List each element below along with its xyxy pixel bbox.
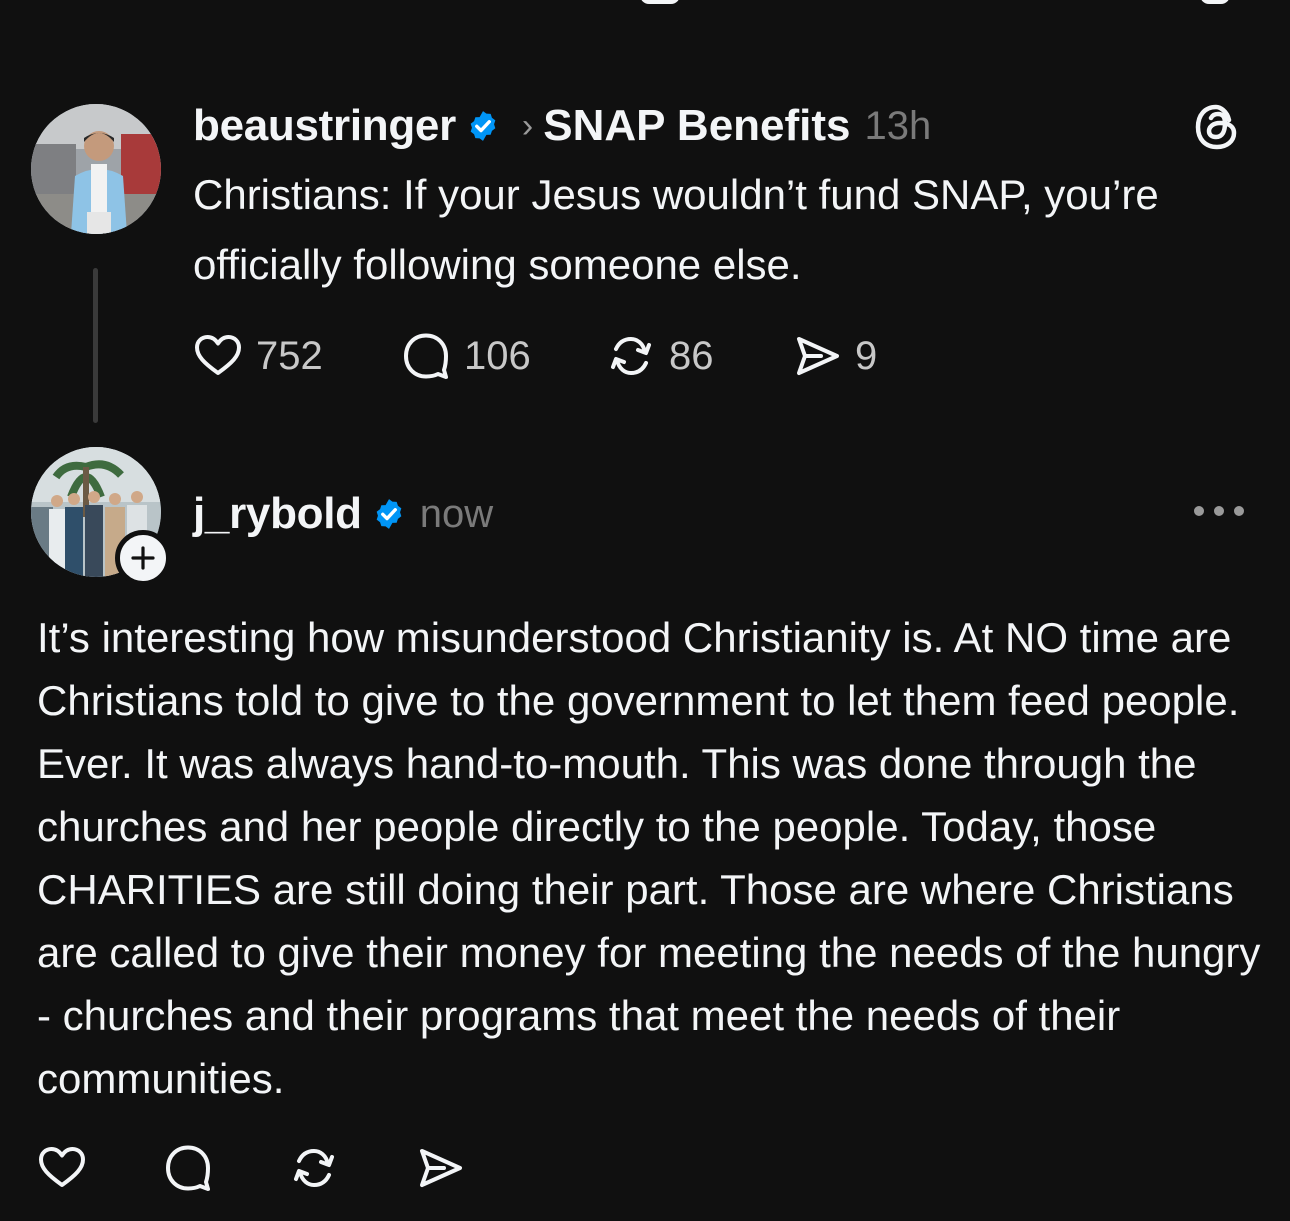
more-icon[interactable] [1194,500,1244,522]
post-header: j_rybold now [193,484,493,544]
heart-icon [195,335,241,375]
reply-count: 106 [464,333,531,378]
threads-logo-icon[interactable] [1192,102,1242,152]
share-icon [420,1149,462,1187]
verified-icon [470,111,496,141]
post-actions [36,1140,540,1196]
topic-tag[interactable]: SNAP Benefits [543,101,850,151]
thread-connector [93,268,98,423]
heart-icon [39,1147,85,1187]
post-actions: 752 106 86 9 [192,328,877,384]
like-button[interactable] [36,1142,88,1194]
like-count: 752 [256,333,323,378]
comment-icon [404,333,448,379]
cropped-glyph [1200,0,1230,4]
comment-button[interactable] [162,1142,214,1194]
like-button[interactable]: 752 [192,330,400,382]
plus-icon [131,546,155,570]
repost-button[interactable]: 86 [605,330,791,382]
timestamp: now [419,491,494,536]
repost-icon [611,336,651,376]
share-count: 9 [855,333,878,378]
username[interactable]: j_rybold [193,489,362,539]
repost-button[interactable] [288,1142,340,1194]
cropped-glyph [640,0,680,4]
chevron-right-icon: › [521,106,534,145]
share-icon [797,337,839,375]
post-text: It’s interesting how misunderstood Chris… [37,614,1261,1102]
comment-button[interactable]: 106 [400,330,605,382]
follow-button[interactable] [115,530,171,586]
post-text: Christians: If your Jesus wouldn’t fund … [193,171,1159,288]
username[interactable]: beaustringer [193,101,456,151]
timestamp: 13h [864,103,932,148]
verified-icon [376,499,402,529]
comment-icon [166,1145,210,1191]
share-button[interactable] [414,1142,466,1194]
top-edge-cropped [0,0,1290,12]
post-header: beaustringer › SNAP Benefits 13h [193,96,931,156]
share-button[interactable]: 9 [791,330,877,382]
avatar[interactable] [31,104,161,234]
repost-count: 86 [669,333,714,378]
repost-icon [294,1148,334,1188]
